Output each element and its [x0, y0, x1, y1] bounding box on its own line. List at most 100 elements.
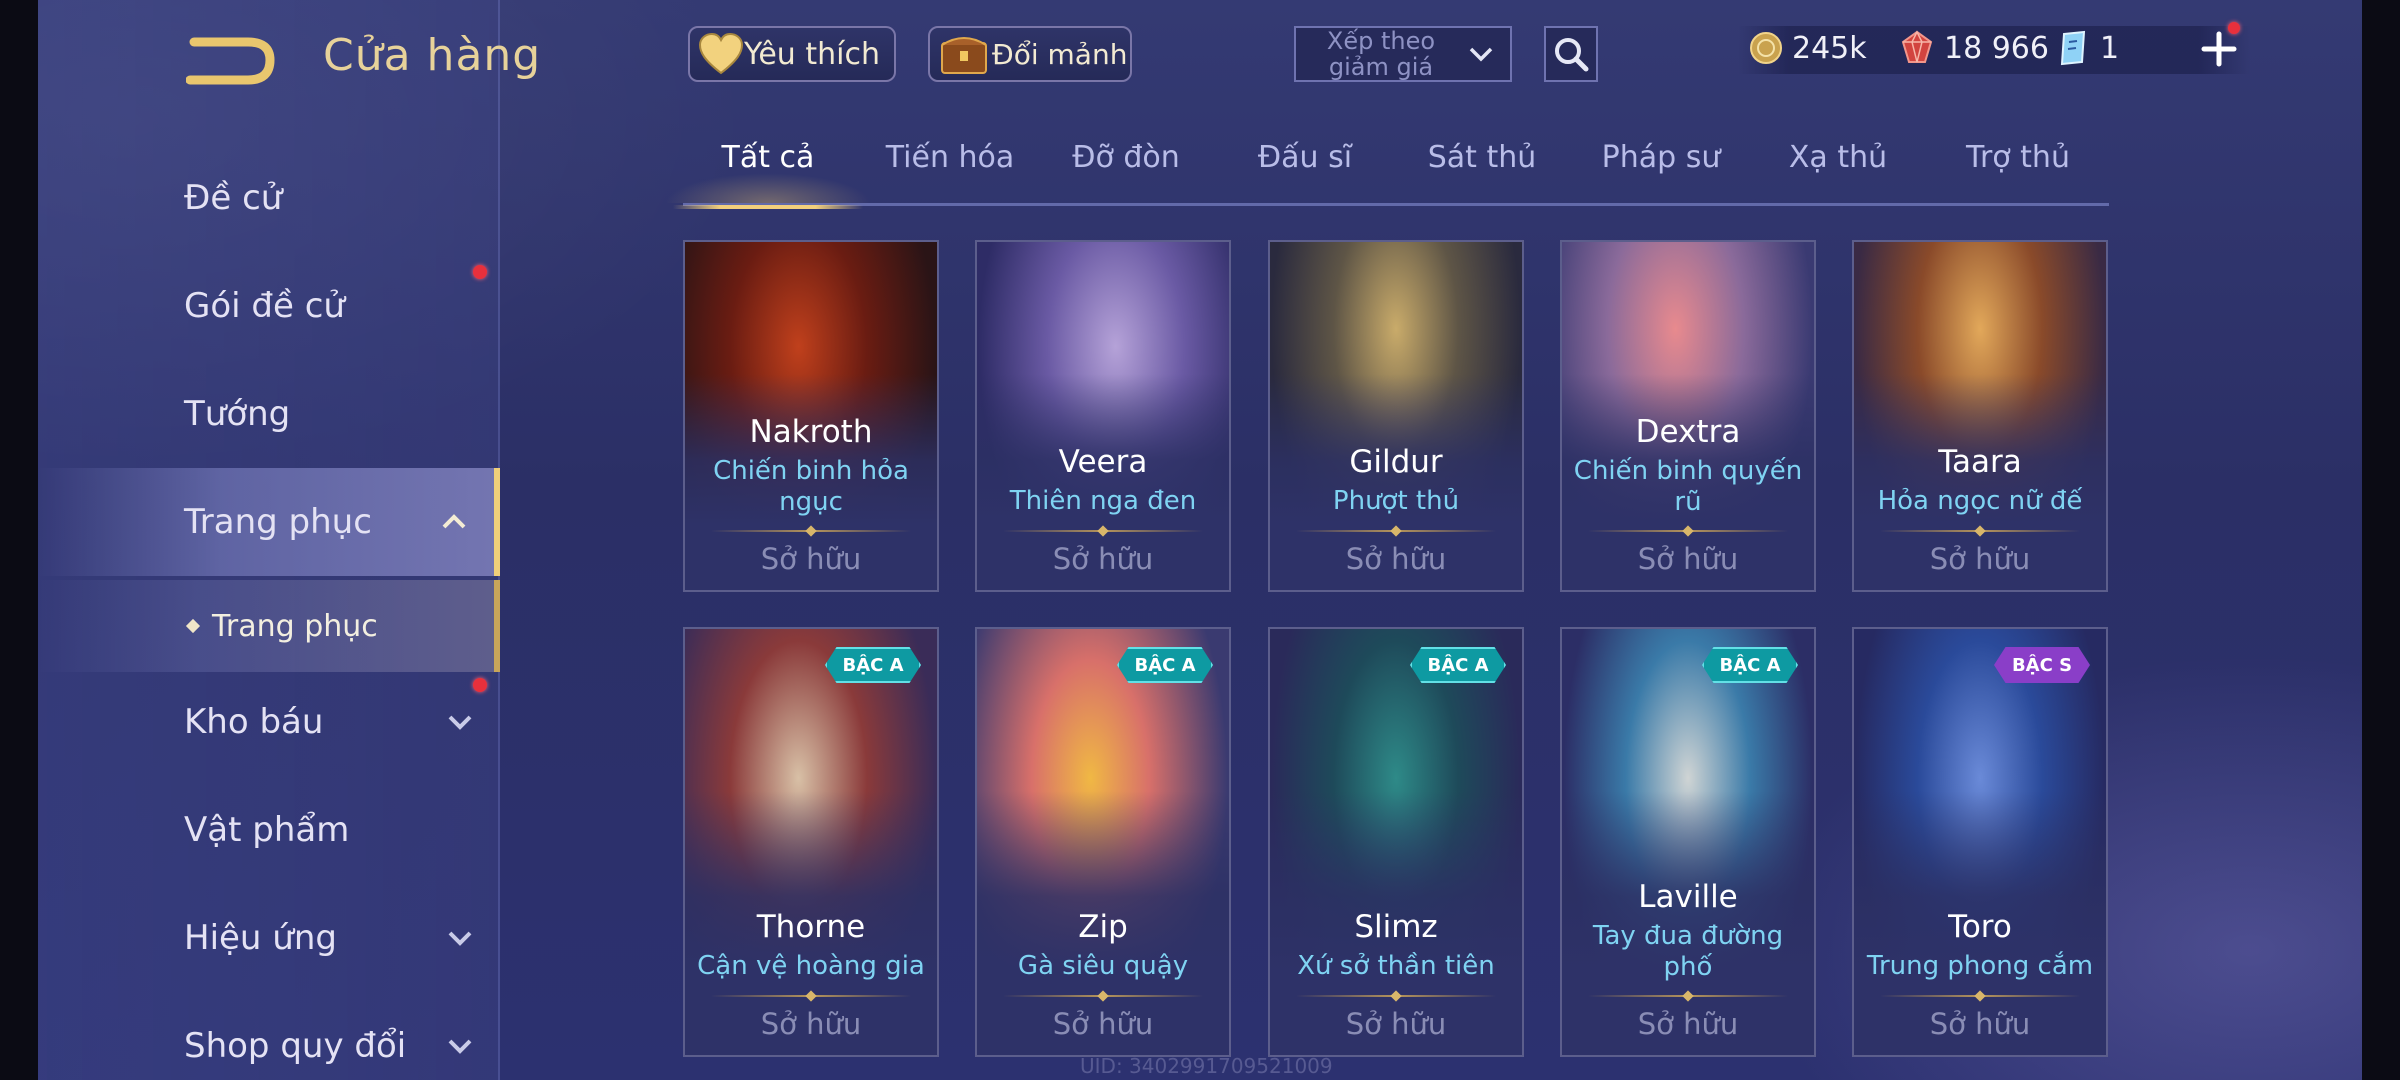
tab-label: Đỡ đòn [1072, 140, 1180, 175]
active-tab-indicator [673, 205, 863, 209]
gem-amount: 18 966 [1944, 30, 2049, 66]
skin-card[interactable]: Gildur Phượt thủ Sở hữu [1268, 240, 1524, 592]
voucher-icon [2060, 30, 2086, 66]
skin-name: Tay đua đường phố [1592, 921, 1784, 982]
sort-dropdown[interactable]: Xếp theo giảm giá [1294, 26, 1512, 82]
back-button[interactable] [185, 36, 276, 86]
tab-label: Tất cả [721, 140, 815, 175]
owned-status: Sở hữu [1929, 542, 2031, 576]
sidebar-item-heroes[interactable]: Tướng [38, 360, 500, 468]
sidebar-item-label: Trang phục [184, 502, 372, 542]
tier-badge: BẬC S [1994, 647, 2090, 683]
hero-name: Toro [1948, 909, 2012, 945]
favorites-label: Yêu thích [744, 36, 880, 72]
tab-evolution[interactable]: Tiến hóa [865, 140, 1035, 206]
skin-name: Thiên nga đen [1009, 486, 1197, 516]
hero-name: Gildur [1349, 444, 1443, 480]
sidebar-subitem-skins[interactable]: Trang phục [38, 580, 500, 672]
skin-card[interactable]: BẬC A Slimz Xứ sở thần tiên Sở hữu [1268, 627, 1524, 1057]
skin-name: Gà siêu quậy [1017, 951, 1189, 981]
tab-tank[interactable]: Đỡ đòn [1041, 140, 1211, 206]
notification-dot [473, 265, 487, 279]
ruby-icon [1901, 30, 1933, 63]
hero-name: Thorne [756, 909, 866, 945]
owned-status: Sở hữu [760, 1007, 862, 1041]
sidebar-item-effects[interactable]: Hiệu ứng [38, 884, 500, 992]
exchange-fragments-button[interactable]: Đổi mảnh [928, 26, 1132, 82]
hero-name: Dextra [1635, 414, 1741, 450]
sidebar-item-label: Tướng [184, 394, 291, 434]
voucher-amount: 1 [2100, 30, 2120, 66]
skin-card[interactable]: Veera Thiên nga đen Sở hữu [975, 240, 1231, 592]
tab-support[interactable]: Trợ thủ [1933, 140, 2103, 206]
chevron-up-icon [442, 514, 466, 529]
sort-label: Xếp theo giảm giá [1326, 27, 1436, 81]
gem-balance: 18 966 [1900, 30, 2049, 66]
sidebar-item-featured[interactable]: Đề cử [38, 144, 500, 252]
exchange-label: Đổi mảnh [992, 37, 1128, 71]
voucher-balance: 1 [2058, 30, 2119, 66]
skin-name: Chiến binh quyến rũ [1573, 456, 1803, 517]
skin-card[interactable]: BẬC A Zip Gà siêu quậy Sở hữu [975, 627, 1231, 1057]
tab-assassin[interactable]: Sát thủ [1397, 140, 1567, 206]
gold-coin-icon [1750, 32, 1782, 64]
chevron-down-icon [448, 1039, 472, 1054]
owned-status: Sở hữu [1052, 1007, 1154, 1041]
search-button[interactable] [1544, 26, 1598, 82]
category-tabs: Tất cả Tiến hóa Đỡ đòn Đấu sĩ Sát thủ Ph… [665, 140, 2109, 209]
tab-label: Pháp sư [1601, 140, 1721, 175]
owned-status: Sở hữu [1345, 1007, 1447, 1041]
tier-badge: BẬC A [1117, 647, 1213, 683]
tab-label: Đấu sĩ [1257, 140, 1353, 175]
sidebar-item-items[interactable]: Vật phẩm [38, 776, 500, 884]
skin-card[interactable]: BẬC A Thorne Cận vệ hoàng gia Sở hữu [683, 627, 939, 1057]
gold-balance: 245k [1748, 30, 1867, 66]
chest-icon [941, 37, 987, 74]
skin-name: Phượt thủ [1332, 486, 1460, 516]
chevron-down-icon [448, 715, 472, 730]
player-uid: UID: 3402991709521009 [1080, 1054, 1333, 1078]
add-currency-button[interactable] [2198, 22, 2240, 70]
notification-dot [473, 678, 487, 692]
sidebar-item-label: Shop quy đổi [184, 1026, 407, 1066]
tab-label: Xạ thủ [1788, 140, 1888, 175]
sidebar-item-label: Vật phẩm [184, 810, 350, 850]
shop-screen: Cửa hàng Đề cử Gói đề cử Tướng Trang phụ… [0, 0, 2400, 1080]
skin-name: Xứ sở thần tiên [1297, 951, 1495, 981]
skin-card[interactable]: BẬC S Toro Trung phong cắm Sở hữu [1852, 627, 2108, 1057]
tier-badge: BẬC A [1702, 647, 1798, 683]
sidebar-item-skins[interactable]: Trang phục [38, 468, 500, 576]
hero-name: Laville [1638, 879, 1738, 915]
sidebar-item-bundles[interactable]: Gói đề cử [38, 252, 500, 360]
screen-edge-right [2362, 0, 2400, 1080]
bullet-icon [185, 618, 201, 634]
tab-all[interactable]: Tất cả [665, 140, 871, 209]
skin-name: Trung phong cắm [1866, 951, 2094, 981]
skin-card[interactable]: Taara Hỏa ngọc nữ đế Sở hữu [1852, 240, 2108, 592]
sidebar-item-label: Kho báu [184, 702, 324, 742]
sidebar-item-treasure[interactable]: Kho báu [38, 668, 500, 776]
owned-status: Sở hữu [760, 542, 862, 576]
screen-edge-left [0, 0, 38, 1080]
tab-mage[interactable]: Pháp sư [1576, 140, 1746, 206]
chevron-down-icon [448, 931, 472, 946]
chevron-down-icon [1469, 47, 1493, 62]
tab-label: Sát thủ [1427, 140, 1537, 175]
tier-badge: BẬC A [825, 647, 921, 683]
skin-card[interactable]: Dextra Chiến binh quyến rũ Sở hữu [1560, 240, 1816, 592]
search-icon [1555, 38, 1589, 72]
hero-name: Nakroth [749, 414, 873, 450]
gold-amount: 245k [1792, 30, 1867, 66]
page-title: Cửa hàng [323, 30, 542, 81]
skin-card[interactable]: BẬC A Laville Tay đua đường phố Sở hữu [1560, 627, 1816, 1057]
skin-name: Hỏa ngọc nữ đế [1877, 486, 2083, 516]
tab-label: Trợ thủ [1966, 140, 2070, 175]
sidebar-item-exchange-shop[interactable]: Shop quy đổi [38, 992, 500, 1080]
favorites-button[interactable]: Yêu thích [688, 26, 896, 82]
tab-fighter[interactable]: Đấu sĩ [1220, 140, 1390, 206]
hero-name: Slimz [1354, 909, 1438, 945]
skin-card[interactable]: Nakroth Chiến binh hỏa ngục Sở hữu [683, 240, 939, 592]
tab-marksman[interactable]: Xạ thủ [1753, 140, 1923, 206]
sidebar-item-label: Hiệu ứng [184, 918, 337, 958]
sidebar-item-label: Đề cử [184, 178, 283, 218]
